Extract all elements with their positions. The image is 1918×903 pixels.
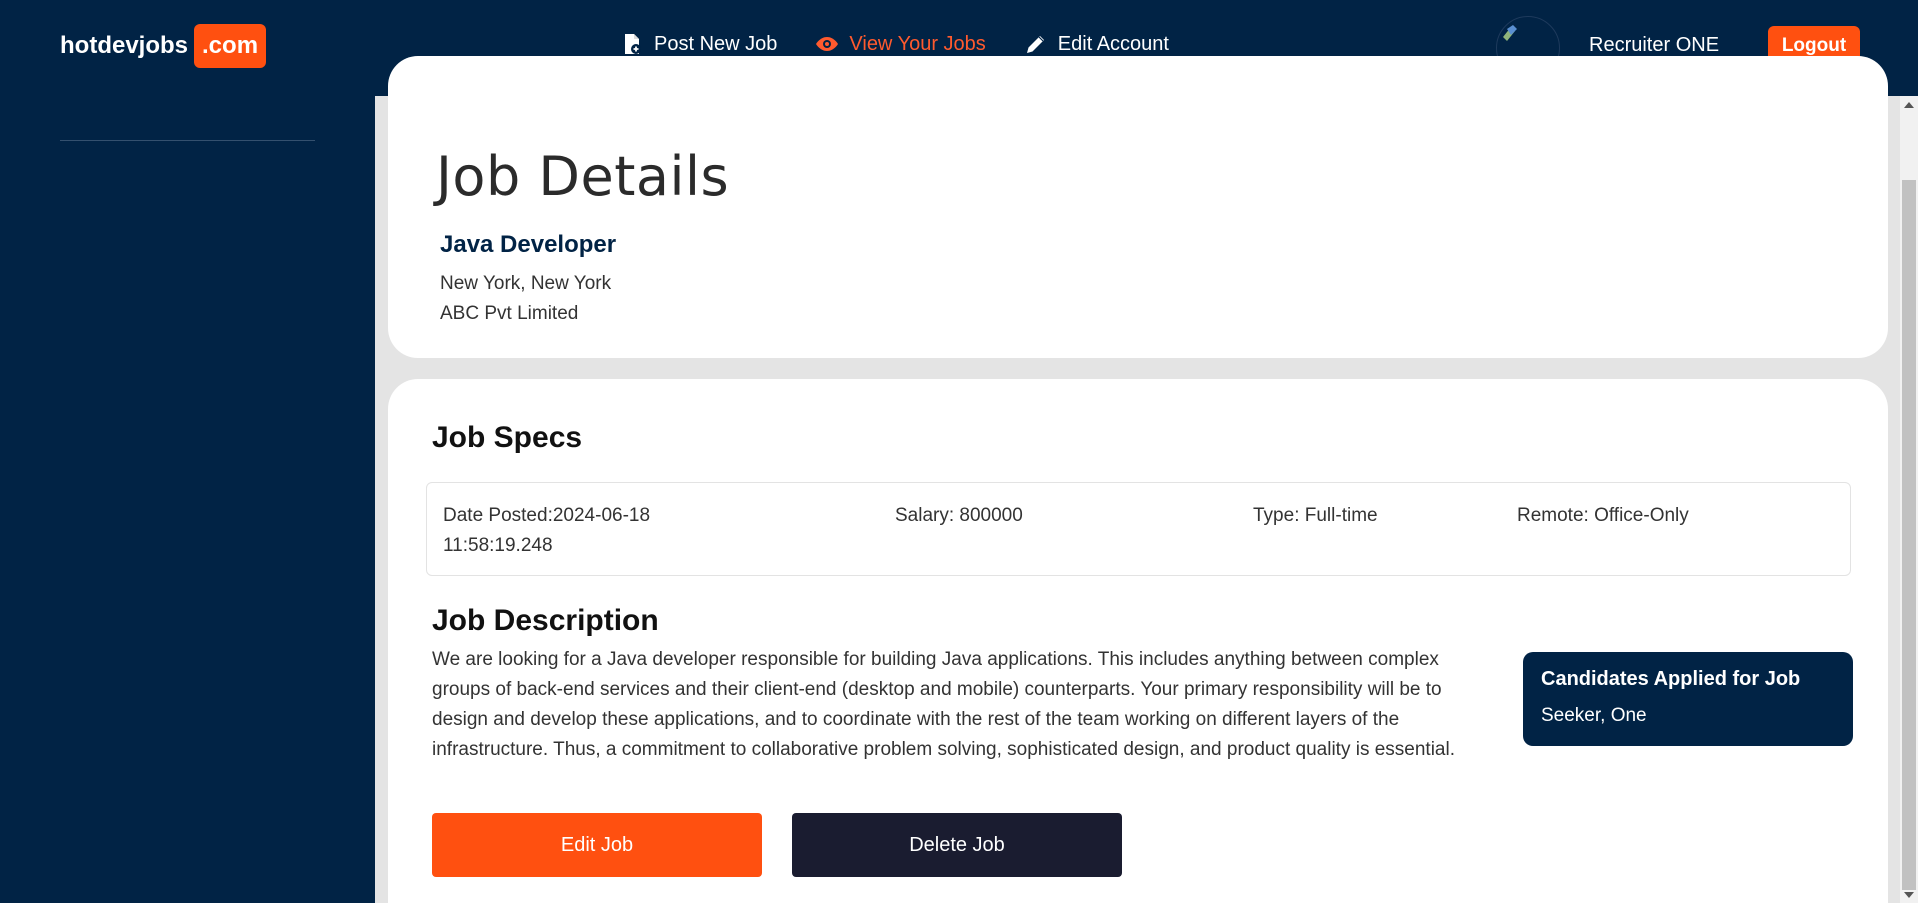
scroll-down-arrow-icon[interactable] bbox=[1904, 892, 1914, 898]
job-title: Java Developer bbox=[440, 231, 617, 258]
spec-type: Type: Full-time bbox=[1253, 505, 1378, 526]
candidate-item[interactable]: Seeker, One bbox=[1541, 705, 1835, 727]
pencil-icon bbox=[1026, 36, 1044, 53]
file-plus-icon bbox=[625, 34, 641, 54]
sidebar-divider bbox=[60, 140, 315, 141]
nav-edit-account-label: Edit Account bbox=[1057, 32, 1169, 55]
scroll-thumb[interactable] bbox=[1902, 180, 1916, 890]
brand-logo[interactable]: hotdevjobs .com bbox=[60, 24, 267, 68]
job-location: New York, New York bbox=[440, 273, 612, 294]
spec-salary: Salary: 800000 bbox=[895, 505, 1023, 526]
job-specs-card: Job Specs Date Posted:2024-06-18 11:58:1… bbox=[388, 379, 1888, 903]
description-text: We are looking for a Java developer resp… bbox=[432, 649, 1455, 760]
vertical-scrollbar[interactable] bbox=[1900, 96, 1918, 903]
description-heading: Job Description bbox=[432, 604, 659, 637]
eye-icon bbox=[816, 37, 839, 51]
spec-remote: Remote: Office-Only bbox=[1517, 505, 1689, 526]
specs-box: Date Posted:2024-06-18 11:58:19.248 Sala… bbox=[426, 482, 1851, 576]
scroll-up-arrow-icon[interactable] bbox=[1904, 102, 1914, 108]
specs-heading: Job Specs bbox=[432, 421, 583, 454]
page-title: Job Details bbox=[436, 145, 730, 208]
nav-links: Post New Job View Your Jobs Edit Account bbox=[620, 32, 1169, 56]
edit-job-button[interactable]: Edit Job bbox=[432, 813, 762, 877]
brand-suffix: .com bbox=[194, 24, 267, 68]
user-name: Recruiter ONE bbox=[1589, 34, 1720, 56]
nav-view-your-jobs[interactable]: View Your Jobs bbox=[815, 32, 986, 56]
main-content: Job Details Java Developer New York, New… bbox=[375, 56, 1900, 903]
nav-edit-account[interactable]: Edit Account bbox=[1024, 32, 1169, 56]
delete-job-button[interactable]: Delete Job bbox=[792, 813, 1122, 877]
job-company: ABC Pvt Limited bbox=[440, 303, 579, 324]
nav-post-new-job[interactable]: Post New Job bbox=[620, 32, 777, 56]
brand-name: hotdevjobs bbox=[60, 32, 189, 59]
nav-view-your-jobs-label: View Your Jobs bbox=[849, 32, 986, 55]
spec-date-posted: Date Posted:2024-06-18 11:58:19.248 bbox=[443, 505, 651, 556]
candidates-card: Candidates Applied for Job Seeker, One bbox=[1523, 652, 1853, 746]
candidates-heading: Candidates Applied for Job bbox=[1541, 668, 1801, 690]
job-details-card: Job Details Java Developer New York, New… bbox=[388, 56, 1888, 358]
nav-post-new-job-label: Post New Job bbox=[654, 32, 778, 55]
